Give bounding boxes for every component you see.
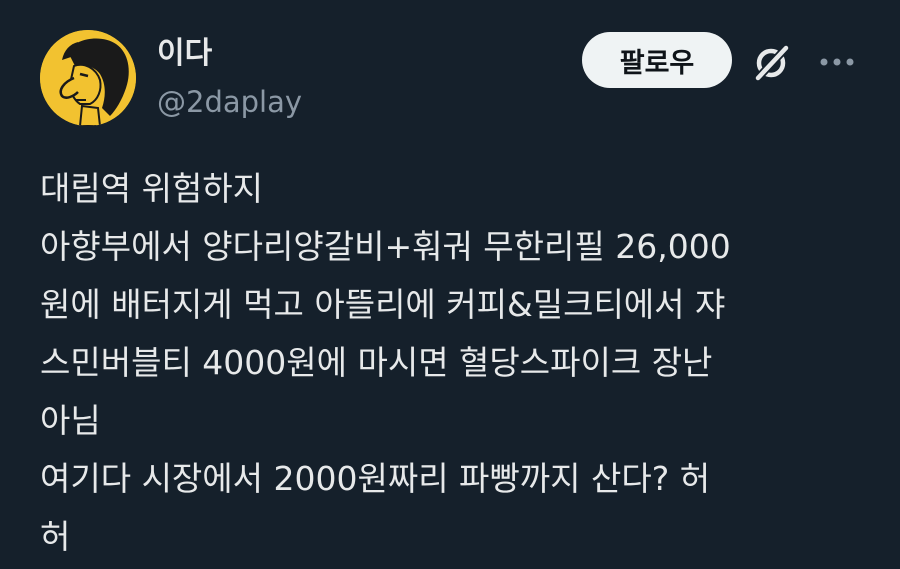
tweet-line: 원에 배터지게 먹고 아뜰리에 커피&밀크티에서 쟈: [40, 285, 726, 324]
tweet-line: 아님: [40, 401, 101, 440]
follow-button[interactable]: 팔로우: [582, 32, 732, 88]
avatar[interactable]: [40, 30, 136, 126]
avatar-image: [40, 30, 136, 126]
tweet-text: 대림역 위험하지 아향부에서 양다리양갈비+훠궈 무한리필 26,000 원에 …: [40, 160, 880, 566]
grok-icon[interactable]: [752, 42, 792, 82]
tweet-line: 아향부에서 양다리양갈비+훠궈 무한리필 26,000: [40, 227, 731, 266]
tweet-header: 이다 @2daplay 팔로우: [0, 0, 900, 150]
more-icon[interactable]: [818, 54, 856, 68]
tweet-line: 여기다 시장에서 2000원짜리 파빵까지 산다? 허: [40, 459, 711, 498]
author-display-name[interactable]: 이다: [157, 36, 212, 72]
author-handle[interactable]: @2daplay: [157, 84, 302, 120]
tweet-line: 대림역 위험하지: [40, 169, 264, 208]
tweet-line: 허: [40, 517, 71, 556]
tweet-line: 스민버블티 4000원에 마시면 혈당스파이크 장난: [40, 343, 713, 382]
